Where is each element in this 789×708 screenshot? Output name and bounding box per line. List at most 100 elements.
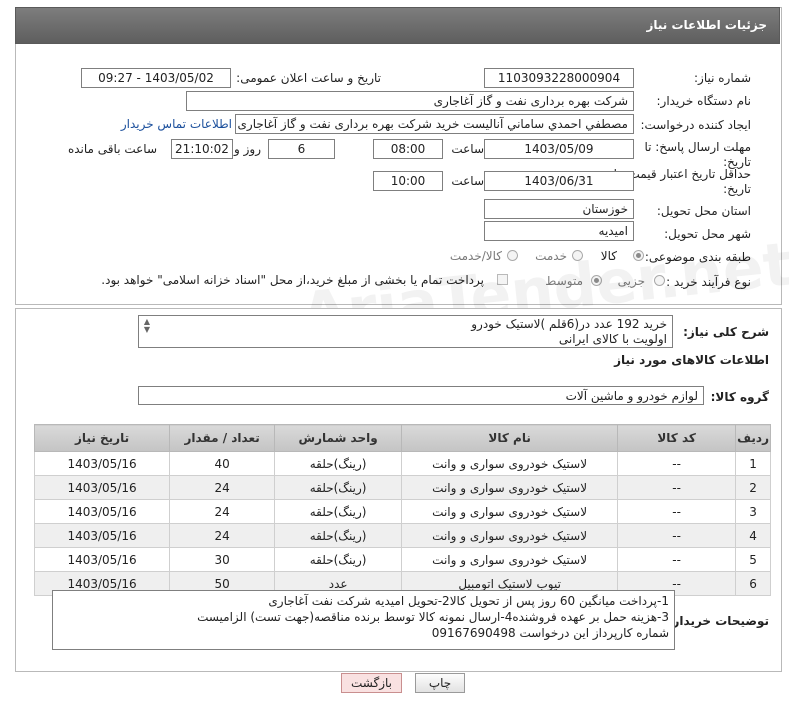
cell-qty: 30 [169, 547, 276, 572]
price-time-label: ساعت [451, 174, 484, 188]
buyer-notes-line-1: 1-پرداخت میانگین 60 روز پس از تحویل کالا… [268, 594, 669, 608]
cell-name: لاستیک خودروی سواری و وانت [401, 499, 619, 524]
cell-code: -- [617, 523, 737, 548]
price-validity-date-field: 1403/06/31 [484, 171, 634, 191]
purchase-type-label: نوع فرآیند خرید : [666, 275, 751, 289]
price-validity-time-field: 10:00 [373, 171, 443, 191]
scroll-arrows-icon[interactable]: ▲ ▼ [141, 318, 153, 344]
announce-date-label: تاریخ و ساعت اعلان عمومی: [236, 71, 381, 85]
category-option-service: خدمت [535, 249, 567, 263]
city-label: شهر محل تحویل: [664, 227, 751, 241]
col-name: نام کالا [401, 424, 619, 452]
goods-group-label: گروه کالا: [710, 390, 769, 404]
summary-line-2: اولویت با کالای ایرانی [558, 332, 667, 346]
cell-code: -- [617, 547, 737, 572]
purchase-radio-medium[interactable] [591, 275, 602, 286]
col-code: کد کالا [617, 424, 737, 452]
purchase-radio-minor[interactable] [654, 275, 665, 286]
cell-name: لاستیک خودروی سواری و وانت [401, 523, 619, 548]
panel-header: جزئیات اطلاعات نیاز [15, 7, 780, 44]
reply-deadline-label: مهلت ارسال پاسخ: تا [644, 140, 751, 154]
price-validity-label-date: تاریخ: [723, 182, 751, 196]
need-number-label: شماره نیاز: [694, 71, 751, 85]
creator-label: ایجاد کننده درخواست: [640, 118, 751, 132]
cell-date: 1403/05/16 [33, 523, 171, 548]
cell-name: لاستیک خودروی سواری و وانت [401, 451, 619, 476]
cell-row: 4 [735, 523, 771, 548]
reply-time-field: 08:00 [373, 139, 443, 159]
cell-qty: 40 [169, 451, 276, 476]
table-header-row: ردیف کد کالا نام کالا واحد شمارش تعداد /… [33, 424, 771, 452]
creator-field: مصطفي احمدي ساماني آنالیست خرید شرکت بهر… [235, 114, 634, 134]
cell-date: 1403/05/16 [33, 475, 171, 500]
cell-code: -- [617, 499, 737, 524]
buyer-org-field: شرکت بهره برداری نفت و گاز آغاجاری [186, 91, 634, 111]
category-option-goods: کالا [600, 249, 617, 263]
province-field: خوزستان [484, 199, 634, 219]
reply-time-label: ساعت [451, 142, 484, 156]
days-remaining-field: 6 [268, 139, 335, 159]
announce-date-field: 1403/05/02 - 09:27 [81, 68, 231, 88]
cell-qty: 24 [169, 499, 276, 524]
summary-textarea[interactable]: خرید 192 عدد در(6قلم )لاستیک خودرو اولوی… [138, 315, 673, 348]
col-row: ردیف [735, 424, 771, 452]
col-date: تاریخ نیاز [33, 424, 171, 452]
buyer-org-label: نام دستگاه خریدار: [656, 94, 752, 108]
cell-row: 2 [735, 475, 771, 500]
cell-date: 1403/05/16 [33, 499, 171, 524]
page-title: جزئیات اطلاعات نیاز [646, 18, 767, 32]
col-unit: واحد شمارش [274, 424, 403, 452]
print-button[interactable]: چاپ [415, 673, 465, 693]
remaining-time-label: ساعت باقی مانده [67, 142, 157, 156]
cell-row: 3 [735, 499, 771, 524]
cell-row: 6 [735, 571, 771, 596]
reply-date-field: 1403/05/09 [484, 139, 634, 159]
need-number-field: 1103093228000904 [484, 68, 634, 88]
cell-date: 1403/05/16 [33, 451, 171, 476]
buyer-notes-line-2: 3-هزینه حمل بر عهده فروشنده4-ارسال نمونه… [197, 610, 669, 624]
province-label: استان محل تحویل: [656, 204, 751, 218]
table-row: 2 -- لاستیک خودروی سواری و وانت (رینگ)حل… [33, 475, 771, 500]
goods-table: ردیف کد کالا نام کالا واحد شمارش تعداد /… [33, 424, 771, 596]
buyer-notes-line-3: شماره کارپرداز این درخواست 09167690498 [431, 626, 669, 640]
purchase-option-minor: جزیی [617, 274, 645, 288]
buyer-notes-box: 1-پرداخت میانگین 60 روز پس از تحویل کالا… [52, 590, 675, 650]
cell-unit: (رینگ)حلقه [274, 451, 403, 476]
cell-unit: (رینگ)حلقه [274, 499, 403, 524]
buyer-contact-link[interactable]: اطلاعات تماس خریدار [121, 117, 232, 131]
table-row: 1 -- لاستیک خودروی سواری و وانت (رینگ)حل… [33, 451, 771, 476]
table-row: 4 -- لاستیک خودروی سواری و وانت (رینگ)حل… [33, 523, 771, 548]
category-option-goods-service: کالا/خدمت [449, 249, 502, 263]
cell-name: لاستیک خودروی سواری و وانت [401, 475, 619, 500]
cell-name: لاستیک خودروی سواری و وانت [401, 547, 619, 572]
goods-group-field: لوازم خودرو و ماشین آلات [138, 386, 704, 405]
treasury-checkbox[interactable] [497, 274, 508, 285]
city-field: امیدیه [484, 221, 634, 241]
category-radio-service[interactable] [572, 250, 583, 261]
cell-unit: (رینگ)حلقه [274, 547, 403, 572]
cell-unit: (رینگ)حلقه [274, 523, 403, 548]
cell-code: -- [617, 451, 737, 476]
summary-line-1: خرید 192 عدد در(6قلم )لاستیک خودرو [471, 317, 667, 331]
purchase-option-medium: متوسط [545, 274, 583, 288]
category-label: طبقه بندی موضوعی: [644, 250, 751, 264]
remaining-time-field: 21:10:02 [171, 139, 233, 159]
col-qty: تعداد / مقدار [169, 424, 276, 452]
cell-date: 1403/05/16 [33, 547, 171, 572]
cell-unit: (رینگ)حلقه [274, 475, 403, 500]
cell-code: -- [617, 475, 737, 500]
cell-row: 1 [735, 451, 771, 476]
category-radio-goods[interactable] [633, 250, 644, 261]
category-radio-goods-service[interactable] [507, 250, 518, 261]
goods-section-title: اطلاعات کالاهای مورد نیاز [614, 353, 769, 367]
treasury-note: پرداخت تمام یا بخشی از مبلغ خرید،از محل … [101, 273, 484, 287]
summary-label: شرح کلی نیاز: [683, 325, 769, 339]
cell-qty: 24 [169, 475, 276, 500]
price-validity-label: حداقل تاریخ اعتبار قیمت: تا [613, 167, 751, 181]
table-row: 5 -- لاستیک خودروی سواری و وانت (رینگ)حل… [33, 547, 771, 572]
cell-qty: 24 [169, 523, 276, 548]
cell-row: 5 [735, 547, 771, 572]
days-label: روز و [234, 142, 261, 156]
back-button[interactable]: بازگشت [341, 673, 402, 693]
table-row: 3 -- لاستیک خودروی سواری و وانت (رینگ)حل… [33, 499, 771, 524]
